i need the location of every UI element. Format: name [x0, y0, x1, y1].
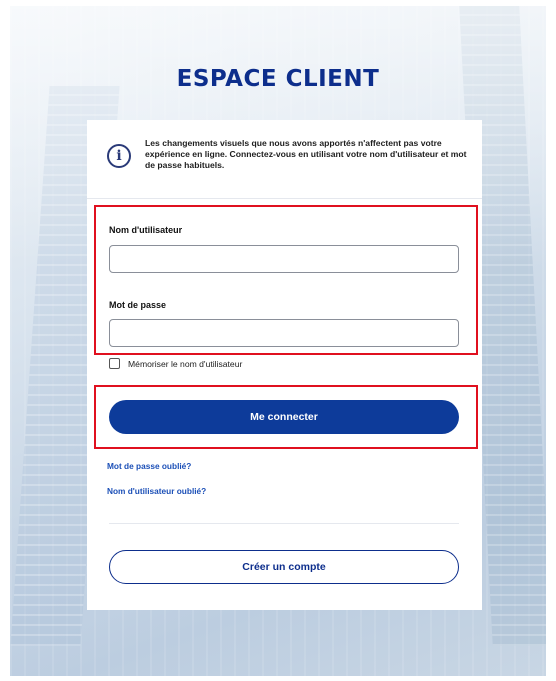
- create-account-button[interactable]: Créer un compte: [109, 550, 459, 584]
- remember-label: Mémoriser le nom d'utilisateur: [128, 358, 243, 369]
- forgot-username-link[interactable]: Nom d'utilisateur oublié?: [107, 486, 206, 496]
- info-icon: i: [107, 144, 131, 168]
- remember-username[interactable]: Mémoriser le nom d'utilisateur: [109, 358, 242, 369]
- remember-checkbox[interactable]: [109, 358, 120, 369]
- login-card: i Les changements visuels que nous avons…: [87, 120, 482, 610]
- highlight-box-credentials: [94, 205, 478, 355]
- forgot-password-link[interactable]: Mot de passe oublié?: [107, 461, 191, 471]
- info-notice-text: Les changements visuels que nous avons a…: [145, 138, 467, 170]
- highlight-box-login-button: [94, 385, 478, 449]
- divider: [109, 523, 459, 524]
- page-title: ESPACE CLIENT: [176, 66, 380, 92]
- info-notice: i Les changements visuels que nous avons…: [107, 138, 467, 171]
- divider: [87, 198, 482, 199]
